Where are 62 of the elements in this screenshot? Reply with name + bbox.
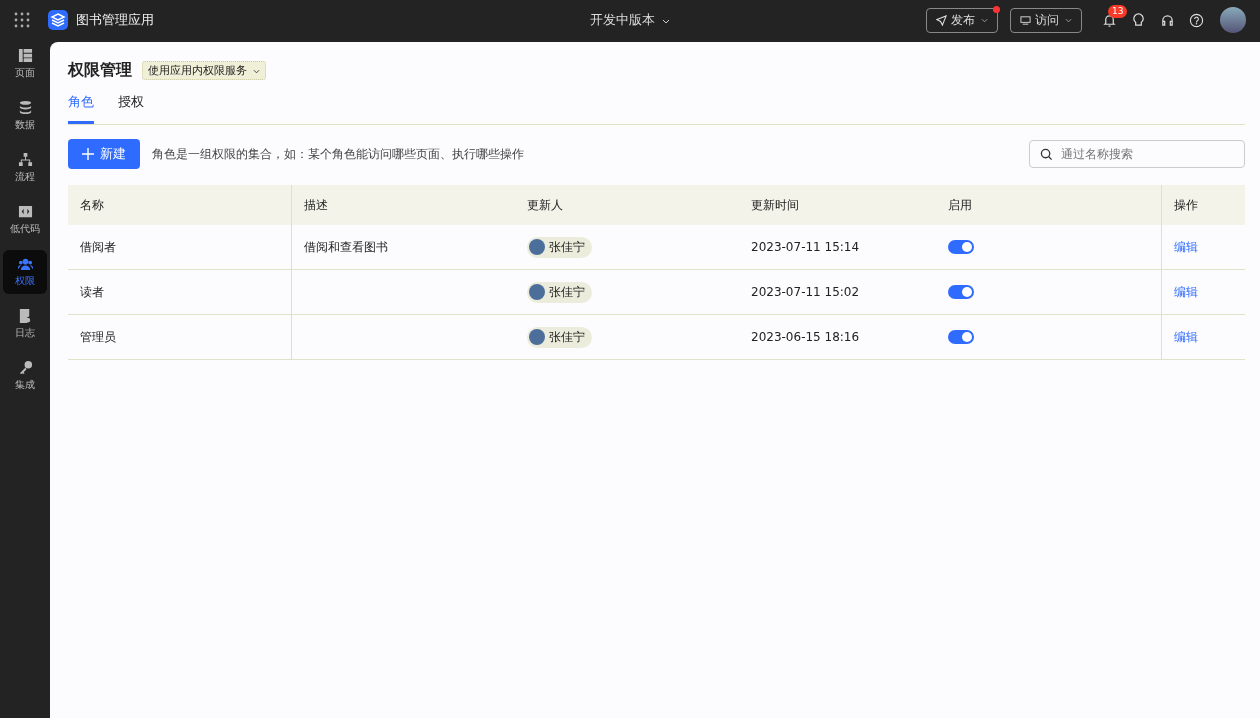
caret-icon bbox=[1065, 17, 1072, 23]
column-header: 名称 bbox=[79, 196, 105, 214]
notification-badge: 13 bbox=[1108, 4, 1128, 18]
toggle-switch[interactable] bbox=[948, 330, 974, 344]
version-dropdown[interactable]: 开发中版本 bbox=[584, 10, 676, 30]
user-chip: 张佳宁 bbox=[527, 281, 592, 303]
publish-button[interactable]: 发布 bbox=[926, 7, 998, 33]
app-grid-icon[interactable] bbox=[14, 12, 30, 28]
column-header: 更新人 bbox=[526, 196, 564, 214]
sidebar-icon bbox=[17, 308, 33, 323]
table-cell: 读者 bbox=[80, 283, 104, 301]
user-chip: 张佳宁 bbox=[527, 326, 592, 348]
caret-icon bbox=[661, 19, 670, 24]
sidebar-icon bbox=[17, 100, 33, 115]
page-title: 权限管理 bbox=[68, 60, 132, 81]
caret-icon bbox=[981, 17, 988, 23]
app-name: 图书管理应用 bbox=[76, 11, 154, 29]
bell-icon[interactable] bbox=[1102, 12, 1117, 28]
monitor-icon bbox=[1020, 14, 1031, 26]
sidebar-item[interactable]: 日志 bbox=[3, 302, 47, 346]
plus-icon bbox=[82, 148, 94, 160]
table-cell: 管理员 bbox=[80, 328, 116, 346]
headset-icon[interactable] bbox=[1160, 12, 1175, 28]
caret-icon bbox=[252, 69, 260, 74]
table-cell: 2023-07-11 15:14 bbox=[751, 240, 860, 254]
column-header: 操作 bbox=[1161, 185, 1245, 225]
user-chip: 张佳宁 bbox=[527, 236, 592, 258]
table-cell: 借阅和查看图书 bbox=[304, 238, 388, 256]
sidebar-item[interactable]: 权限 bbox=[3, 250, 47, 294]
hint-text: 角色是一组权限的集合，如：某个角色能访问哪些页面、执行哪些操作 bbox=[152, 145, 525, 163]
tab[interactable]: 授权 bbox=[118, 93, 144, 124]
service-dropdown[interactable]: 使用应用内权限服务 bbox=[142, 61, 266, 80]
lightbulb-icon[interactable] bbox=[1131, 12, 1146, 28]
tab[interactable]: 角色 bbox=[68, 93, 94, 124]
sidebar-item[interactable]: 低代码 bbox=[3, 198, 47, 242]
sidebar-icon bbox=[17, 48, 33, 63]
table-cell: 2023-07-11 15:02 bbox=[751, 285, 860, 299]
sidebar-icon bbox=[17, 256, 33, 271]
user-avatar[interactable] bbox=[1220, 7, 1246, 33]
sidebar-item[interactable]: 页面 bbox=[3, 42, 47, 86]
edit-link[interactable]: 编辑 bbox=[1174, 328, 1198, 346]
toggle-switch[interactable] bbox=[948, 240, 974, 254]
new-button[interactable]: 新建 bbox=[68, 139, 140, 169]
app-logo-icon bbox=[48, 10, 68, 30]
sidebar-icon bbox=[17, 152, 33, 167]
help-icon[interactable] bbox=[1189, 12, 1204, 28]
table-cell: 2023-06-15 18:16 bbox=[751, 330, 860, 344]
search-field[interactable]: 通过名称搜索 bbox=[1029, 140, 1245, 168]
sidebar-item[interactable]: 流程 bbox=[3, 146, 47, 190]
paper-plane-icon bbox=[936, 14, 947, 26]
column-header: 启用 bbox=[947, 196, 973, 214]
toggle-switch[interactable] bbox=[948, 285, 974, 299]
edit-link[interactable]: 编辑 bbox=[1174, 238, 1198, 256]
search-icon bbox=[1040, 148, 1053, 161]
column-header: 描述 bbox=[291, 185, 515, 225]
visit-button[interactable]: 访问 bbox=[1010, 7, 1082, 33]
sidebar-item[interactable]: 集成 bbox=[3, 354, 47, 398]
sidebar-icon bbox=[17, 204, 33, 219]
column-header: 更新时间 bbox=[750, 196, 800, 214]
sidebar-item[interactable]: 数据 bbox=[3, 94, 47, 138]
edit-link[interactable]: 编辑 bbox=[1174, 283, 1198, 301]
table-cell: 借阅者 bbox=[80, 238, 116, 256]
